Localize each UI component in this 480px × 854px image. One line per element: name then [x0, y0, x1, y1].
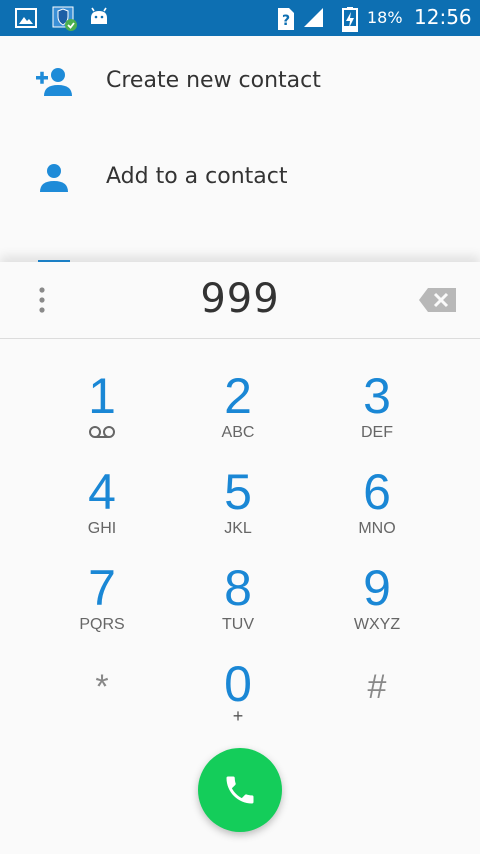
key-4[interactable]: 4 GHI [42, 458, 162, 548]
key-letters: WXYZ [353, 616, 401, 633]
add-to-contact-label: Add to a contact [106, 164, 288, 189]
key-digit: 3 [363, 368, 391, 424]
key-digit: 1 [88, 368, 116, 424]
security-shield-icon [52, 6, 78, 36]
voicemail-icon [42, 424, 162, 443]
key-5[interactable]: 5 JKL [178, 458, 298, 548]
clock: 12:56 [414, 5, 472, 29]
create-new-contact-label: Create new contact [106, 68, 321, 93]
key-digit: 6 [363, 464, 391, 520]
person-add-icon [34, 66, 74, 102]
svg-text:?: ? [282, 13, 290, 29]
add-to-contact-option[interactable]: Add to a contact [0, 132, 480, 228]
dialer-screen: ? 18% 12:56 Create new contact Add to a … [0, 0, 480, 854]
key-1[interactable]: 1 [42, 362, 162, 452]
key-star[interactable]: * [42, 650, 162, 740]
key-digit: 7 [88, 560, 116, 616]
key-letters: PQRS [79, 616, 125, 633]
key-digit: 0 [224, 656, 252, 712]
key-letters: MNO [358, 520, 396, 537]
create-new-contact-option[interactable]: Create new contact [0, 36, 480, 132]
key-2[interactable]: 2 ABC [178, 362, 298, 452]
key-3[interactable]: 3 DEF [317, 362, 437, 452]
key-digit: 4 [88, 464, 116, 520]
backspace-button[interactable] [418, 286, 458, 314]
key-digit: 5 [224, 464, 252, 520]
signal-icon [302, 6, 324, 32]
key-letters: ABC [221, 424, 255, 441]
gallery-icon [14, 6, 38, 34]
phone-icon [226, 776, 254, 804]
key-digit: 9 [363, 560, 391, 616]
status-bar: ? 18% 12:56 [0, 0, 480, 36]
key-symbol: # [367, 668, 387, 706]
backspace-icon [419, 288, 456, 312]
key-symbol: * [95, 668, 109, 706]
dialpad: 999 1 2 ABC 3 DEF 4 GHI 5 JKL 6 MNO 7 PQ… [0, 262, 480, 854]
dialed-digits[interactable]: 999 [0, 276, 480, 322]
key-8[interactable]: 8 TUV [178, 554, 298, 644]
key-letters: TUV [222, 616, 254, 633]
battery-percent: 18% [367, 8, 403, 27]
key-digit: 8 [224, 560, 252, 616]
battery-charging-icon [342, 6, 358, 36]
key-plus: + [232, 706, 244, 726]
key-digit: 2 [224, 368, 252, 424]
digits-row: 999 [0, 262, 480, 339]
key-7[interactable]: 7 PQRS [42, 554, 162, 644]
key-6[interactable]: 6 MNO [317, 458, 437, 548]
key-letters: GHI [87, 520, 117, 537]
person-icon [38, 162, 70, 198]
key-0[interactable]: 0 + [178, 650, 298, 740]
android-icon [88, 6, 110, 32]
no-sim-icon: ? [276, 6, 296, 36]
call-button[interactable] [198, 748, 282, 832]
key-9[interactable]: 9 WXYZ [317, 554, 437, 644]
key-letters: DEF [361, 424, 393, 441]
key-letters: JKL [224, 520, 252, 537]
contact-options: Create new contact Add to a contact [0, 36, 480, 264]
key-hash[interactable]: # [317, 650, 437, 740]
